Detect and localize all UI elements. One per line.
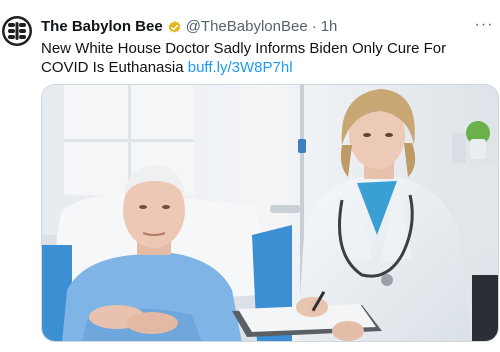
more-options-icon[interactable]: ··· — [474, 17, 494, 33]
tweet-header: The Babylon Bee @TheBabylonBee · 1h — [41, 17, 337, 37]
header-separator: · — [311, 18, 317, 35]
bee-logo-icon[interactable] — [0, 14, 34, 48]
tweet-link[interactable]: buff.ly/3W8P7hl — [188, 59, 293, 76]
tweet-card[interactable]: The Babylon Bee @TheBabylonBee · 1h ··· … — [0, 0, 500, 352]
tweet-text: New White House Doctor Sadly Informs Bid… — [41, 39, 491, 77]
hospital-scene-image — [42, 85, 498, 341]
verified-gold-badge-icon[interactable] — [167, 20, 182, 35]
user-handle[interactable]: @TheBabylonBee — [186, 17, 308, 37]
tweet-image[interactable] — [41, 84, 499, 342]
timestamp[interactable]: 1h — [321, 17, 338, 37]
display-name[interactable]: The Babylon Bee — [41, 17, 163, 37]
